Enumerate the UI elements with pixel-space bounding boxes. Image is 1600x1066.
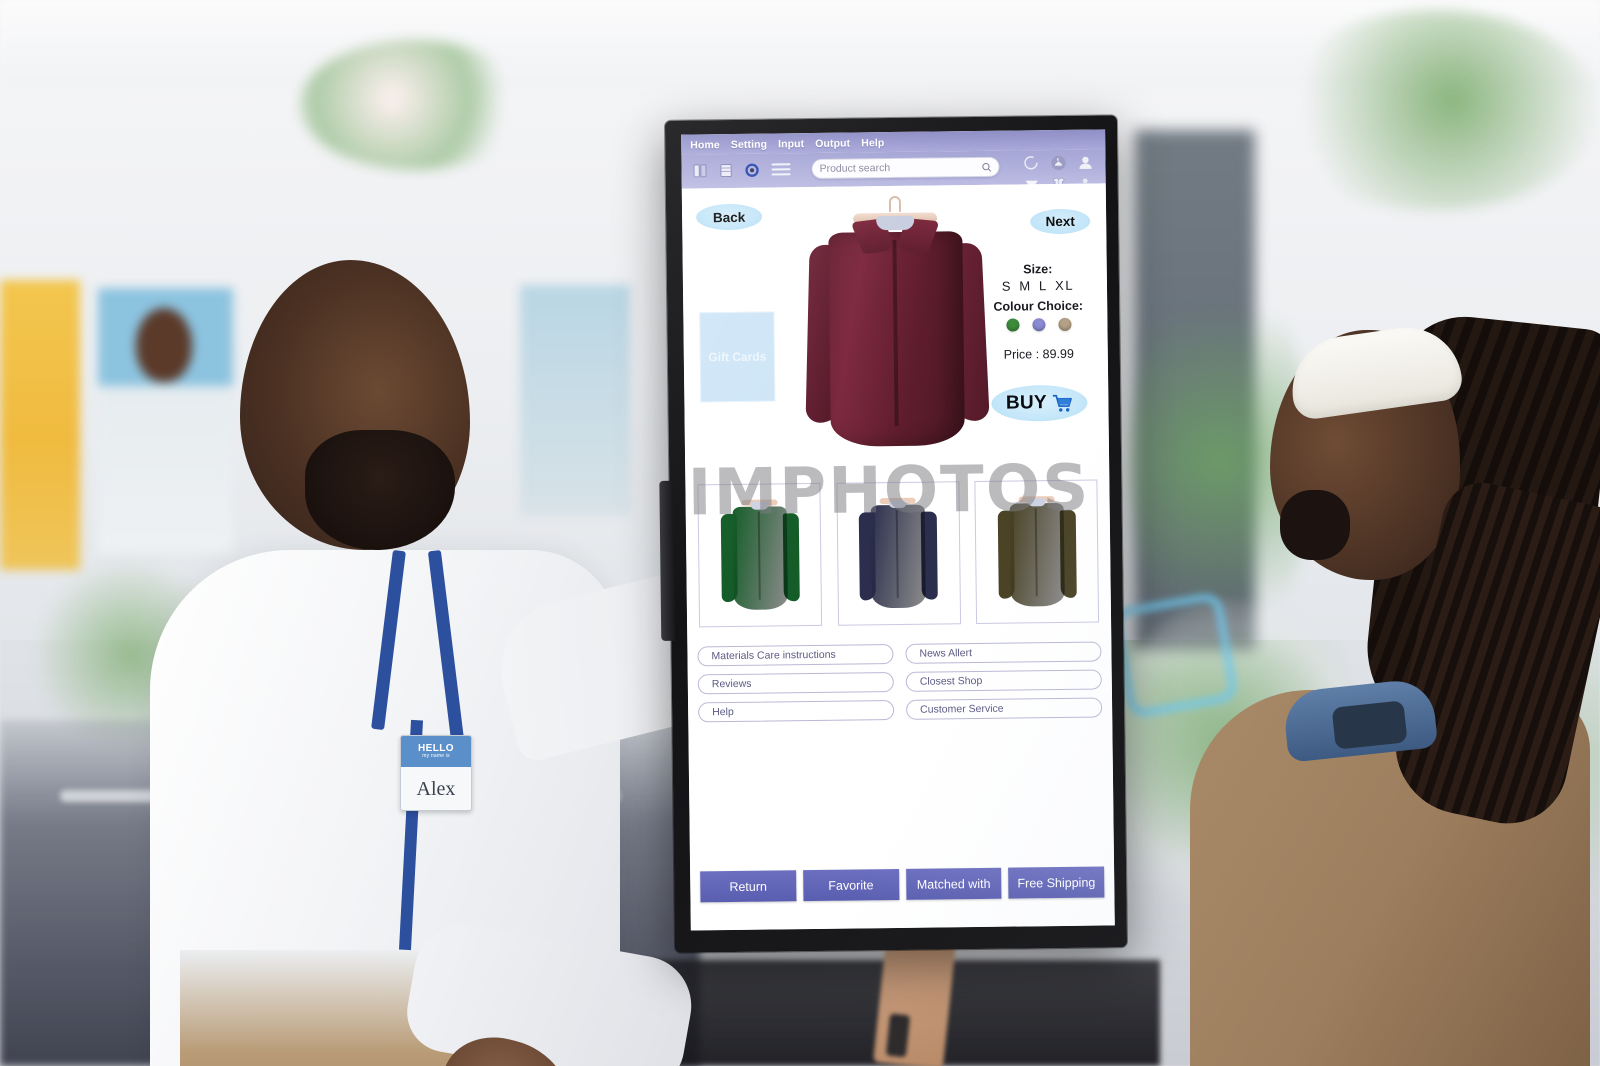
action-button-row: Return Favorite Matched with Free Shippi… <box>700 866 1105 903</box>
size-option-l[interactable]: L <box>1038 278 1049 293</box>
green-shirt-thumbnail[interactable] <box>697 482 823 628</box>
size-options: S M L XL <box>975 277 1101 294</box>
olive-shirt-thumbnail[interactable] <box>974 479 1100 625</box>
search-icon <box>982 162 991 172</box>
foliage-decor-1 <box>300 40 530 170</box>
link-materials-care-instructions[interactable]: Materials Care instructions <box>697 644 894 667</box>
info-links: Materials Care instructions Reviews Help… <box>697 641 1103 723</box>
hanger-badge-icon[interactable] <box>1048 153 1067 172</box>
customer-beard <box>1280 490 1350 560</box>
matched-with-button[interactable]: Matched with <box>905 867 1002 900</box>
employee-lower-arm <box>400 916 700 1066</box>
panel-icon[interactable] <box>717 161 734 178</box>
columns-icon[interactable] <box>691 162 708 179</box>
colour-swatch-periwinkle[interactable] <box>1031 318 1046 332</box>
user-icon[interactable] <box>1075 153 1094 172</box>
burgundy-shirt <box>804 213 990 447</box>
price-label: Price : 89.99 <box>1003 346 1074 362</box>
next-button[interactable]: Next <box>1030 208 1091 235</box>
hero-product-image[interactable] <box>800 195 993 452</box>
hamburger-menu-icon[interactable] <box>771 163 791 176</box>
foliage-decor-2 <box>1270 10 1600 210</box>
store-employee: HELLO my name is Alex <box>120 250 814 1066</box>
thumbnail-row <box>697 479 1100 628</box>
back-button[interactable]: Back <box>695 203 763 231</box>
navy-shirt-thumbnail[interactable] <box>835 481 961 626</box>
info-links-left: Materials Care instructions Reviews Help <box>697 644 895 723</box>
size-option-xl[interactable]: XL <box>1054 278 1075 293</box>
link-help[interactable]: Help <box>698 700 895 723</box>
buy-button-label: BUY <box>1005 392 1048 414</box>
menu-item-output[interactable]: Output <box>815 138 850 150</box>
search-input[interactable] <box>819 160 982 175</box>
badge-header: HELLO my name is <box>401 736 471 767</box>
kiosk-side-panel <box>659 480 676 641</box>
return-button[interactable]: Return <box>700 870 797 903</box>
colour-label: Colour Choice: <box>993 298 1084 314</box>
employee-name-badge: HELLO my name is Alex <box>400 735 472 811</box>
colour-swatches <box>975 317 1101 332</box>
badge-subtitle-text: my name is <box>422 753 450 760</box>
product-details: Size: S M L XL Colour Choice: Price : 89… <box>975 261 1103 422</box>
store-scene: HELLO my name is Alex Home Setting Input… <box>0 0 1600 1066</box>
tool-bar <box>681 149 1106 190</box>
gift-cards-panel[interactable]: Gift Cards <box>699 311 776 403</box>
size-option-s[interactable]: S <box>1001 279 1013 294</box>
link-closest-shop[interactable]: Closest Shop <box>905 669 1102 692</box>
store-customer <box>1180 290 1600 1066</box>
shopping-cart-icon <box>1052 394 1072 412</box>
info-links-right: News Allert Closest Shop Customer Servic… <box>905 641 1103 720</box>
employee-beard <box>305 430 455 550</box>
colour-swatch-green[interactable] <box>1005 318 1020 332</box>
menu-item-setting[interactable]: Setting <box>731 139 767 151</box>
free-shipping-button[interactable]: Free Shipping <box>1008 866 1105 899</box>
search-box[interactable] <box>811 156 1000 180</box>
menu-item-help[interactable]: Help <box>861 137 884 149</box>
size-label: Size: <box>1023 262 1053 277</box>
link-reviews[interactable]: Reviews <box>697 672 894 695</box>
self-service-kiosk: Home Setting Input Output Help Product s… <box>659 115 1128 953</box>
badge-name-text: Alex <box>416 778 456 800</box>
colour-swatch-tan[interactable] <box>1057 317 1072 332</box>
refresh-circle-icon[interactable] <box>1021 153 1040 172</box>
kiosk-screen: Home Setting Input Output Help Product s… <box>681 129 1115 931</box>
link-customer-service[interactable]: Customer Service <box>906 697 1103 720</box>
size-option-m[interactable]: M <box>1018 278 1033 293</box>
wall-poster-yellow <box>0 280 80 570</box>
menu-item-home[interactable]: Home <box>690 139 720 151</box>
circle-target-icon[interactable] <box>743 161 760 178</box>
favorite-button[interactable]: Favorite <box>802 868 899 902</box>
menu-item-input[interactable]: Input <box>778 138 804 150</box>
buy-button[interactable]: BUY <box>991 384 1088 422</box>
product-page: Back Next Gift Cards Size: S M L XL Colo… <box>681 183 1115 931</box>
link-news-allert[interactable]: News Allert <box>905 641 1102 664</box>
